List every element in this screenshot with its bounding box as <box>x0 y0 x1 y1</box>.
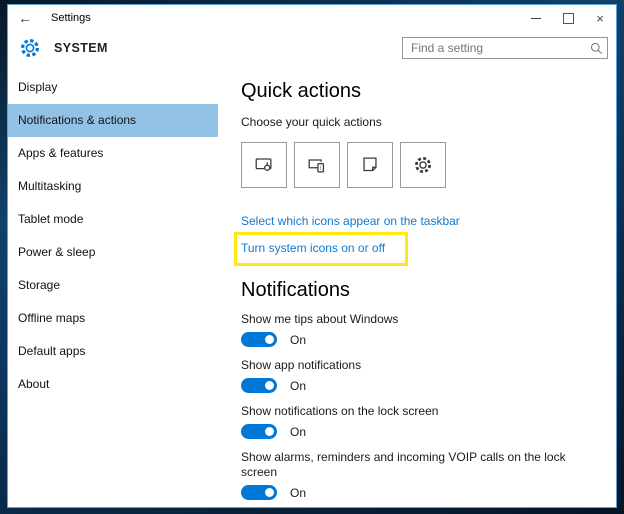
toggle-label-app-notifications: Show app notifications <box>241 358 362 372</box>
sidebar-item-storage[interactable]: Storage <box>8 269 218 302</box>
connect-icon <box>306 154 328 176</box>
toggle-label-lock-screen: Show notifications on the lock screen <box>241 404 439 418</box>
quick-actions-subtitle: Choose your quick actions <box>241 115 382 129</box>
sidebar-item-display[interactable]: Display <box>8 71 218 104</box>
toggle-knob <box>265 488 274 497</box>
link-select-taskbar-icons[interactable]: Select which icons appear on the taskbar <box>241 213 460 229</box>
sidebar-item-apps-features[interactable]: Apps & features <box>8 137 218 170</box>
toggle-label-alarms: Show alarms, reminders and incoming VOIP… <box>241 450 566 479</box>
toggle-state-alarms: On <box>290 485 307 500</box>
sidebar-item-power-sleep[interactable]: Power & sleep <box>8 236 218 269</box>
window-controls: × <box>520 5 616 31</box>
quick-action-tablet-mode-button[interactable] <box>241 142 287 188</box>
maximize-icon <box>562 12 574 24</box>
sidebar-item-notifications-actions[interactable]: Notifications & actions <box>8 104 218 137</box>
quick-action-note-button[interactable] <box>347 142 393 188</box>
window-body: Display Notifications & actions Apps & f… <box>8 65 616 507</box>
toggle-state-lock-screen: On <box>290 424 307 439</box>
toggle-lock-screen[interactable] <box>241 424 277 439</box>
notifications-heading: Notifications <box>241 279 350 301</box>
sidebar-item-multitasking[interactable]: Multitasking <box>8 170 218 203</box>
settings-gear-icon <box>18 36 42 60</box>
sidebar-item-offline-maps[interactable]: Offline maps <box>8 302 218 335</box>
window-title: Settings <box>51 12 91 24</box>
toggle-label-tips: Show me tips about Windows <box>241 312 399 326</box>
minimize-icon <box>531 17 541 19</box>
quick-actions-row <box>241 142 616 188</box>
sidebar-item-default-apps[interactable]: Default apps <box>8 335 218 368</box>
quick-actions-heading: Quick actions <box>241 80 362 102</box>
titlebar: ← Settings × <box>8 5 616 31</box>
search-input[interactable] <box>402 37 608 59</box>
toggle-knob <box>265 427 274 436</box>
main-content: Quick actions Choose your quick actions <box>218 65 616 507</box>
note-icon <box>359 154 381 176</box>
settings-window: ← Settings × SYSTEM Displa <box>7 4 617 508</box>
close-button[interactable]: × <box>584 5 616 31</box>
toggle-state-tips: On <box>290 332 307 347</box>
page-title: SYSTEM <box>54 41 108 55</box>
quick-action-connect-button[interactable] <box>294 142 340 188</box>
link-turn-system-icons[interactable]: Turn system icons on or off <box>241 240 385 256</box>
back-icon[interactable]: ← <box>18 5 40 31</box>
tablet-mode-icon <box>253 154 275 176</box>
close-icon: × <box>596 10 604 26</box>
sidebar-item-tablet-mode[interactable]: Tablet mode <box>8 203 218 236</box>
highlight-annotation-box: Turn system icons on or off <box>234 232 409 266</box>
toggle-tips[interactable] <box>241 332 277 347</box>
sidebar: Display Notifications & actions Apps & f… <box>8 65 218 507</box>
toggle-knob <box>265 335 274 344</box>
search-box <box>402 37 608 59</box>
maximize-button[interactable] <box>552 5 584 31</box>
minimize-button[interactable] <box>520 5 552 31</box>
app-header: SYSTEM <box>8 31 616 65</box>
search-icon <box>589 41 603 55</box>
toggle-app-notifications[interactable] <box>241 378 277 393</box>
sidebar-item-about[interactable]: About <box>8 368 218 401</box>
toggle-knob <box>265 381 274 390</box>
all-settings-gear-icon <box>412 154 434 176</box>
quick-action-all-settings-button[interactable] <box>400 142 446 188</box>
toggle-state-app-notifications: On <box>290 378 307 393</box>
toggle-alarms[interactable] <box>241 485 277 500</box>
